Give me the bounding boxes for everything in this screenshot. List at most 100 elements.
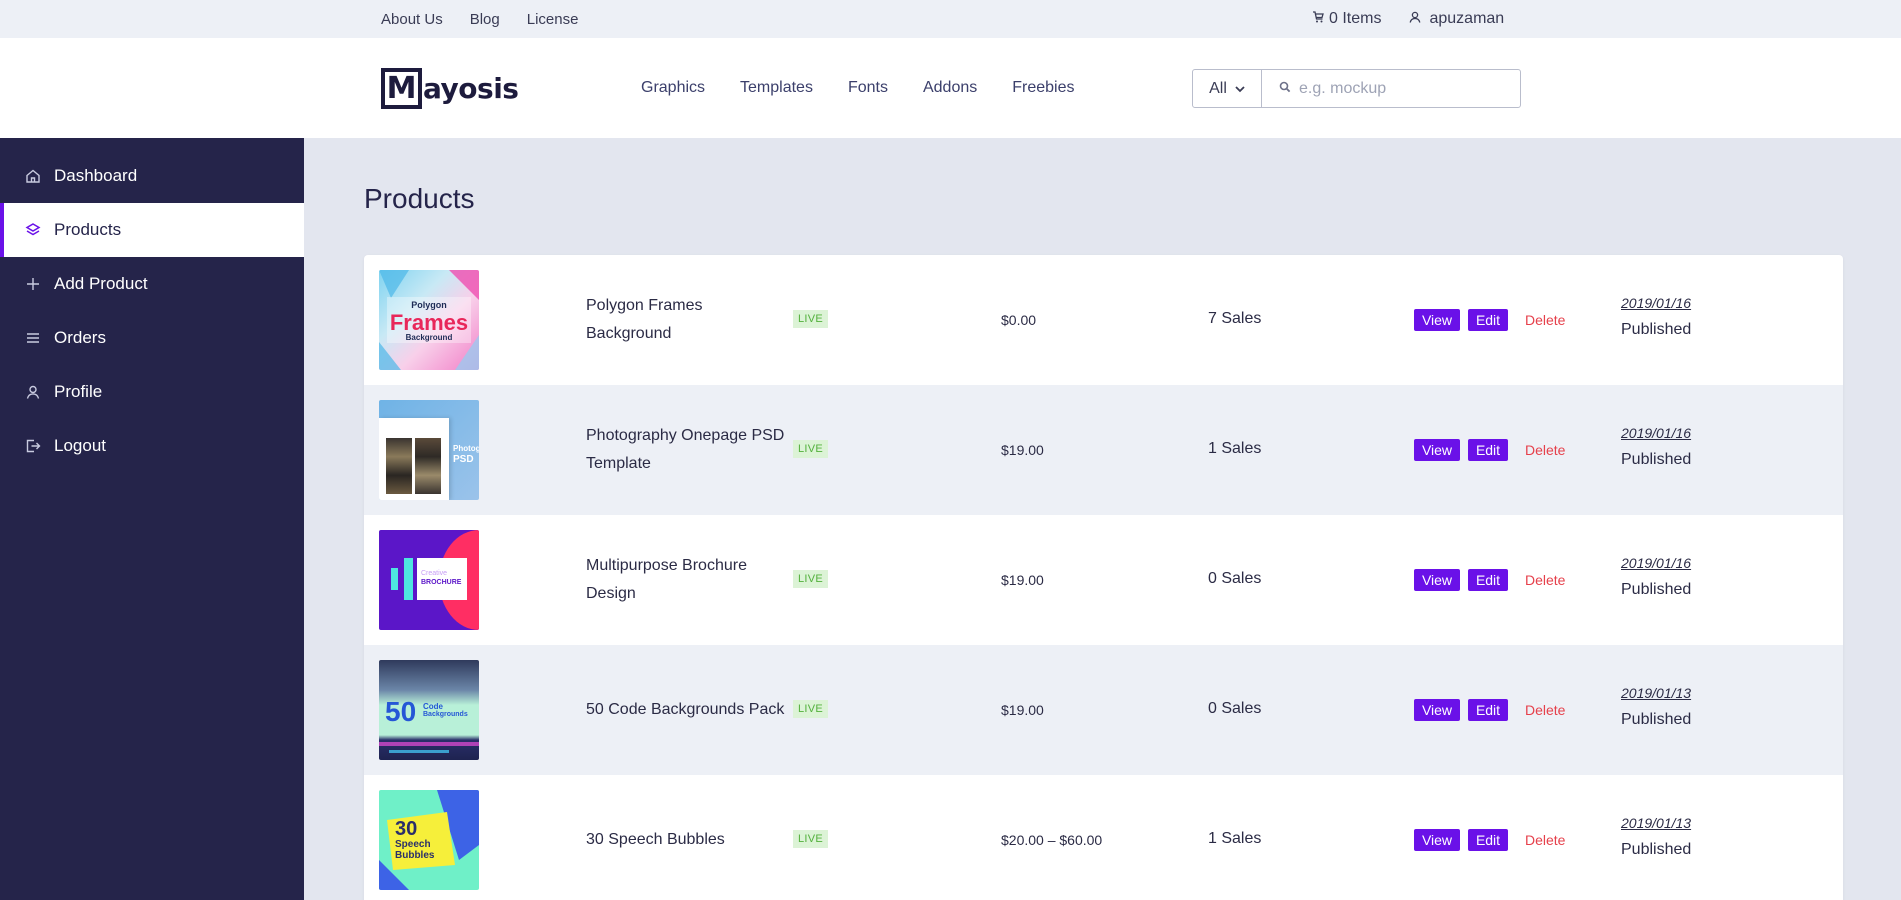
user-menu[interactable]: apuzaman — [1409, 10, 1504, 28]
delete-button[interactable]: Delete — [1525, 312, 1565, 328]
publish-status: Published — [1621, 581, 1692, 598]
delete-button[interactable]: Delete — [1525, 442, 1565, 458]
status-badge: LIVE — [793, 700, 829, 718]
delete-button[interactable]: Delete — [1525, 572, 1565, 588]
delete-button[interactable]: Delete — [1525, 702, 1565, 718]
thumb-caption: Backgrounds — [423, 711, 468, 718]
publish-status: Published — [1621, 451, 1692, 468]
sidebar-item-label: Dashboard — [54, 166, 138, 185]
nav-freebies[interactable]: Freebies — [1012, 79, 1074, 97]
sidebar-item-orders[interactable]: Orders — [0, 311, 304, 365]
product-thumbnail[interactable]: Creative BROCHURE — [379, 530, 479, 630]
license-link[interactable]: License — [527, 11, 579, 28]
logo-mark: M — [381, 68, 422, 109]
product-price: $19.00 — [1001, 572, 1044, 588]
sidebar-item-label: Products — [54, 220, 122, 239]
sidebar-item-dashboard[interactable]: Dashboard — [0, 149, 304, 203]
nav-fonts[interactable]: Fonts — [848, 79, 888, 97]
product-name[interactable]: Polygon Frames Background — [586, 255, 791, 385]
search-category-value: All — [1209, 79, 1227, 97]
product-name[interactable]: Multipurpose Brochure Design — [586, 515, 791, 645]
product-date: 2019/01/16 — [1621, 555, 1692, 571]
about-us-link[interactable]: About Us — [381, 11, 443, 28]
view-button[interactable]: View — [1414, 569, 1460, 591]
table-row: 30 Speech Bubbles 30 Speech Bubbles LIVE… — [364, 775, 1843, 900]
product-date: 2019/01/13 — [1621, 685, 1692, 701]
thumb-caption: Speech — [395, 839, 431, 850]
delete-button[interactable]: Delete — [1525, 832, 1565, 848]
product-date: 2019/01/16 — [1621, 425, 1692, 441]
top-links: About Us Blog License — [381, 0, 605, 38]
nav-addons[interactable]: Addons — [923, 79, 977, 97]
edit-button[interactable]: Edit — [1468, 569, 1508, 591]
home-icon — [24, 167, 42, 185]
sidebar-item-products[interactable]: Products — [0, 203, 304, 257]
nav-templates[interactable]: Templates — [740, 79, 813, 97]
cart-link[interactable]: 0 Items — [1312, 10, 1381, 28]
products-table: Polygon Frames Background Polygon Frames… — [364, 255, 1843, 900]
product-sales: 1 Sales — [1208, 830, 1262, 847]
thumb-title: 50 — [385, 696, 417, 727]
thumb-caption: PSD — [453, 454, 474, 465]
table-row: Polygon Frames Background Polygon Frames… — [364, 255, 1843, 385]
product-thumbnail[interactable]: Photog PSD — [379, 400, 479, 500]
search-icon — [1279, 80, 1291, 98]
logout-icon — [24, 437, 42, 455]
status-badge: LIVE — [793, 310, 829, 328]
thumb-caption: Polygon — [411, 300, 447, 310]
nav-graphics[interactable]: Graphics — [641, 79, 705, 97]
edit-button[interactable]: Edit — [1468, 439, 1508, 461]
chevron-down-icon — [1235, 80, 1245, 98]
sidebar-item-profile[interactable]: Profile — [0, 365, 304, 419]
view-button[interactable]: View — [1414, 699, 1460, 721]
product-price: $0.00 — [1001, 312, 1037, 328]
product-price: $19.00 — [1001, 442, 1044, 458]
site-header: M ayosis Graphics Templates Fonts Addons… — [0, 38, 1901, 138]
cart-icon — [1312, 10, 1324, 28]
sidebar-item-label: Profile — [54, 382, 103, 401]
table-row: 50 Code Backgrounds 50 Code Backgrounds … — [364, 645, 1843, 775]
product-thumbnail[interactable]: Polygon Frames Background — [379, 270, 479, 370]
plus-icon — [24, 275, 42, 293]
product-name[interactable]: 50 Code Backgrounds Pack — [586, 645, 791, 775]
status-badge: LIVE — [793, 440, 829, 458]
site-logo[interactable]: M ayosis — [381, 68, 519, 109]
username: apuzaman — [1429, 10, 1505, 27]
product-date: 2019/01/16 — [1621, 295, 1692, 311]
product-thumbnail[interactable]: 30 Speech Bubbles — [379, 790, 479, 890]
logo-text: ayosis — [423, 72, 519, 105]
user-icon — [1409, 10, 1421, 28]
edit-button[interactable]: Edit — [1468, 699, 1508, 721]
view-button[interactable]: View — [1414, 439, 1460, 461]
product-sales: 0 Sales — [1208, 570, 1262, 587]
blog-link[interactable]: Blog — [470, 11, 500, 28]
search-category-select[interactable]: All — [1193, 70, 1262, 107]
layers-icon — [24, 221, 42, 239]
sidebar-item-label: Logout — [54, 436, 106, 455]
thumb-title: 30 — [395, 818, 418, 840]
thumb-caption: BROCHURE — [421, 579, 462, 586]
search-input[interactable] — [1299, 79, 1499, 98]
thumb-caption: Code — [423, 702, 443, 711]
thumb-caption: Photog — [453, 444, 479, 453]
edit-button[interactable]: Edit — [1468, 309, 1508, 331]
product-thumbnail[interactable]: 50 Code Backgrounds — [379, 660, 479, 760]
view-button[interactable]: View — [1414, 829, 1460, 851]
table-row: Creative BROCHURE Multipurpose Brochure … — [364, 515, 1843, 645]
sidebar-item-add-product[interactable]: Add Product — [0, 257, 304, 311]
user-icon — [24, 383, 42, 401]
sidebar-item-label: Orders — [54, 328, 106, 347]
product-name[interactable]: 30 Speech Bubbles — [586, 775, 791, 900]
sidebar: Dashboard Products Add Product Orders Pr… — [0, 138, 304, 900]
publish-status: Published — [1621, 711, 1692, 728]
view-button[interactable]: View — [1414, 309, 1460, 331]
cart-count: 0 Items — [1329, 10, 1382, 27]
sidebar-item-logout[interactable]: Logout — [0, 419, 304, 473]
edit-button[interactable]: Edit — [1468, 829, 1508, 851]
publish-status: Published — [1621, 841, 1692, 858]
product-price: $20.00 – $60.00 — [1001, 832, 1103, 848]
product-name[interactable]: Photography Onepage PSD Template — [586, 385, 791, 515]
publish-status: Published — [1621, 321, 1692, 338]
status-badge: LIVE — [793, 830, 829, 848]
table-row: Photog PSD Photography Onepage PSD Templ… — [364, 385, 1843, 515]
